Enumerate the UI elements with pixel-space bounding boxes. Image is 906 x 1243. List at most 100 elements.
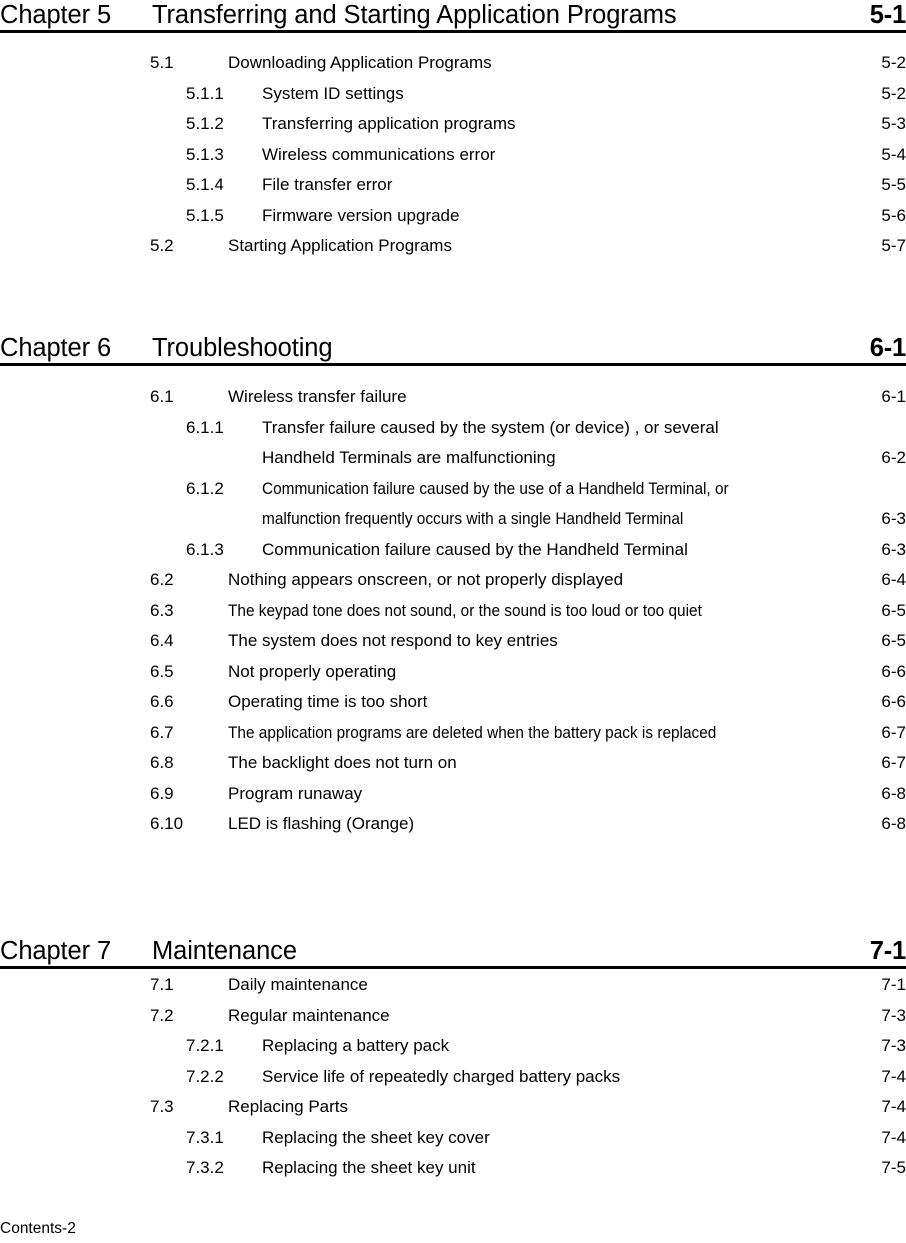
toc-entry[interactable]: 6.9 Program runaway 6-8 bbox=[0, 779, 906, 810]
toc-entry-title-line: Replacing a battery pack bbox=[262, 1036, 450, 1055]
toc-entry-number: 6.4 bbox=[150, 631, 174, 650]
toc-entry-list: 5.1 Downloading Application Programs 5-2 5.… bbox=[0, 48, 906, 262]
chapter-label: Chapter 6 bbox=[0, 334, 112, 362]
toc-entry-page-number: 6-6 bbox=[881, 692, 906, 711]
toc-entry-number: 6.6 bbox=[150, 692, 174, 711]
toc-entry-number: 7.2.2 bbox=[186, 1066, 224, 1086]
chapter-divider-rule bbox=[0, 363, 906, 366]
toc-entry-title-line: Starting Application Programs bbox=[228, 236, 452, 255]
toc-entry-title-line: Communication failure caused by the use … bbox=[262, 478, 729, 498]
chapter-block: Chapter 6 Troubleshooting 6-1 bbox=[0, 333, 906, 366]
toc-entry-number: 6.2 bbox=[150, 570, 174, 589]
toc-entry-page-number: 6-8 bbox=[881, 814, 906, 833]
toc-entry-title: Daily maintenance bbox=[228, 970, 368, 1001]
chapter-divider-rule bbox=[0, 30, 906, 33]
toc-entry-title: LED is flashing (Orange) bbox=[228, 809, 414, 840]
toc-entry[interactable]: 6.1.2 Communication failure caused by the… bbox=[0, 474, 906, 535]
toc-entry-title-line: The backlight does not turn on bbox=[228, 753, 457, 772]
toc-entry-number: 6.5 bbox=[150, 661, 174, 681]
toc-entry[interactable]: 6.3 The keypad tone does not sound, or th… bbox=[0, 596, 906, 627]
toc-entry[interactable]: 5.1.1 System ID settings 5-2 bbox=[0, 79, 906, 110]
toc-entry[interactable]: 7.1 Daily maintenance 7-1 bbox=[0, 970, 906, 1001]
toc-entry[interactable]: 5.2 Starting Application Programs 5-7 bbox=[0, 231, 906, 262]
toc-entry-title: System ID settings bbox=[262, 79, 404, 110]
toc-entry[interactable]: 6.4 The system does not respond to key en… bbox=[0, 626, 906, 657]
chapter-divider-rule bbox=[0, 966, 906, 969]
chapter-label: Chapter 7 bbox=[0, 937, 112, 965]
toc-entry-page-number: 6-3 bbox=[881, 539, 906, 559]
toc-entry-number: 5.1.1 bbox=[186, 83, 224, 103]
toc-entry-number: 7.3.1 bbox=[186, 1127, 224, 1147]
toc-entry[interactable]: 6.7 The application programs are deleted … bbox=[0, 718, 906, 749]
toc-entry[interactable]: 5.1.5 Firmware version upgrade 5-6 bbox=[0, 201, 906, 232]
toc-entry-title: Operating time is too short bbox=[228, 687, 427, 718]
toc-entry-title-line: Operating time is too short bbox=[228, 692, 428, 711]
toc-entry-title: Wireless transfer failure bbox=[228, 382, 407, 413]
chapter-label: Chapter 5 bbox=[0, 1, 112, 29]
toc-entry-number: 7.2.1 bbox=[186, 1036, 224, 1055]
toc-entry-page-number: 6-3 bbox=[881, 509, 906, 528]
toc-entry[interactable]: 7.3 Replacing Parts 7-4 bbox=[0, 1092, 906, 1123]
toc-entry-page-number: 7-4 bbox=[881, 1066, 906, 1086]
toc-entry-title: The application programs are deleted whe… bbox=[228, 718, 768, 749]
toc-entry-title: Replacing the sheet key cover bbox=[262, 1123, 490, 1154]
toc-entry-title: The keypad tone does not sound, or the s… bbox=[228, 596, 752, 627]
toc-entry[interactable]: 7.2 Regular maintenance 7-3 bbox=[0, 1001, 906, 1032]
toc-entry-page-number: 5-3 bbox=[881, 114, 906, 133]
toc-entry-page-number: 5-6 bbox=[881, 205, 906, 225]
toc-entry-page-number: 6-4 bbox=[881, 570, 906, 589]
toc-entry-number: 7.1 bbox=[150, 975, 174, 994]
toc-entry-title: Program runaway bbox=[228, 779, 362, 810]
toc-entry-number: 6.1.1 bbox=[186, 417, 224, 437]
toc-entry-page-number: 6-5 bbox=[881, 600, 906, 620]
toc-entry[interactable]: 7.2.2 Service life of repeatedly charged … bbox=[0, 1062, 906, 1093]
toc-entry-title: The system does not respond to key entri… bbox=[228, 626, 558, 657]
toc-entry-title-line: Program runaway bbox=[228, 783, 363, 803]
toc-entry[interactable]: 7.2.1 Replacing a battery pack 7-3 bbox=[0, 1031, 906, 1062]
toc-entry-title: Nothing appears onscreen, or not properl… bbox=[228, 565, 623, 596]
toc-entry[interactable]: 5.1.3 Wireless communications error 5-4 bbox=[0, 140, 906, 171]
toc-entry-title: Not properly operating bbox=[228, 657, 396, 688]
page-footer: Contents-2 bbox=[0, 1220, 76, 1237]
toc-entry-title-line: Service life of repeatedly charged batte… bbox=[262, 1066, 621, 1086]
toc-entry-title: File transfer error bbox=[262, 170, 392, 201]
toc-entry-title-continuation: Handheld Terminals are malfunctioning bbox=[262, 448, 556, 467]
toc-entry-page-number: 6-1 bbox=[881, 387, 906, 406]
chapter-title: Transferring and Starting Application Pr… bbox=[152, 1, 677, 29]
toc-entry[interactable]: 5.1.2 Transferring application programs 5-… bbox=[0, 109, 906, 140]
toc-entry-page-number: 5-2 bbox=[881, 83, 906, 103]
toc-entry[interactable]: 6.10 LED is flashing (Orange) 6-8 bbox=[0, 809, 906, 840]
toc-entry-title-line: Transfer failure caused by the system (o… bbox=[262, 417, 719, 437]
toc-entry-title-line: System ID settings bbox=[262, 83, 404, 103]
chapter-heading: Chapter 7 Maintenance 7-1 bbox=[0, 936, 906, 967]
toc-entry-number: 6.1.3 bbox=[186, 539, 224, 559]
toc-entry-title: Transferring application programs bbox=[262, 109, 516, 140]
toc-entry-title: Service life of repeatedly charged batte… bbox=[262, 1062, 620, 1093]
toc-entry-page-number: 5-4 bbox=[881, 144, 906, 164]
toc-entry-number: 5.1 bbox=[150, 53, 174, 72]
toc-entry-title-line: Transferring application programs bbox=[262, 114, 516, 133]
toc-entry[interactable]: 6.6 Operating time is too short 6-6 bbox=[0, 687, 906, 718]
toc-entry-title: Firmware version upgrade bbox=[262, 201, 459, 232]
toc-entry[interactable]: 7.3.1 Replacing the sheet key cover 7-4 bbox=[0, 1123, 906, 1154]
chapter-page-number: 6-1 bbox=[869, 334, 906, 362]
toc-entry-title-line: Regular maintenance bbox=[228, 1005, 390, 1025]
toc-entry[interactable]: 6.1.1 Transfer failure caused by the syst… bbox=[0, 413, 906, 474]
toc-entry-number: 5.1.3 bbox=[186, 144, 224, 164]
toc-entry[interactable]: 6.8 The backlight does not turn on 6-7 bbox=[0, 748, 906, 779]
toc-entry[interactable]: 6.1.3 Communication failure caused by the… bbox=[0, 535, 906, 566]
toc-entry-title-line: LED is flashing (Orange) bbox=[228, 814, 415, 833]
chapter-page-number: 5-1 bbox=[869, 1, 906, 29]
toc-entry[interactable]: 5.1 Downloading Application Programs 5-2 bbox=[0, 48, 906, 79]
toc-entry-page-number: 7-1 bbox=[881, 975, 906, 994]
chapter-block: Chapter 7 Maintenance 7-1 bbox=[0, 936, 906, 969]
toc-entry[interactable]: 7.3.2 Replacing the sheet key unit 7-5 bbox=[0, 1153, 906, 1184]
toc-entry[interactable]: 6.5 Not properly operating 6-6 bbox=[0, 657, 906, 688]
toc-entry-number: 6.1.2 bbox=[186, 478, 224, 498]
toc-entry-number: 7.3 bbox=[150, 1097, 174, 1116]
toc-entry[interactable]: 6.2 Nothing appears onscreen, or not prop… bbox=[0, 565, 906, 596]
toc-entry[interactable]: 5.1.4 File transfer error 5-5 bbox=[0, 170, 906, 201]
toc-entry-title-line: Downloading Application Programs bbox=[228, 53, 492, 72]
toc-entry-title-line: Wireless transfer failure bbox=[228, 387, 407, 406]
toc-entry[interactable]: 6.1 Wireless transfer failure 6-1 bbox=[0, 382, 906, 413]
